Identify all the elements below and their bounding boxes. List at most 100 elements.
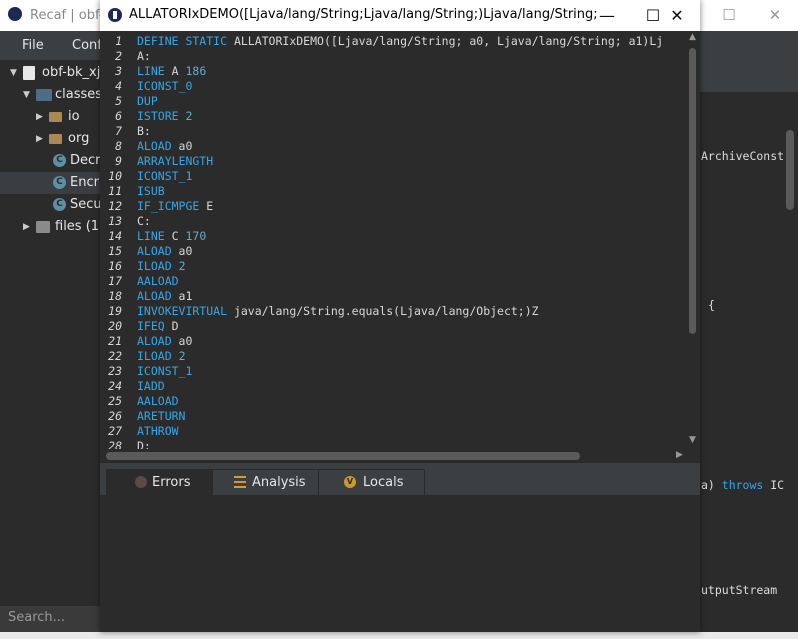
files-icon [36, 221, 50, 233]
code-line[interactable]: ALOAD a0 [137, 244, 192, 258]
line-number: 26 [108, 409, 122, 423]
class-icon: C [53, 198, 66, 211]
code-line[interactable]: ALOAD a0 [137, 334, 192, 348]
line-number: 19 [108, 304, 122, 318]
code-line[interactable]: IFEQ D [137, 319, 179, 333]
main-window-title: Recaf | obf- [30, 8, 104, 23]
code-line[interactable]: INVOKEVIRTUAL java/lang/String.equals(Lj… [137, 304, 539, 318]
chevron-right-icon[interactable]: ▶ [36, 128, 43, 150]
tab-errors[interactable]: Errors [106, 469, 213, 496]
line-number: 27 [108, 424, 122, 438]
tree-item-class[interactable]: C Encr [0, 172, 100, 194]
tree-item-class[interactable]: C Secu [0, 194, 100, 216]
tree-item-class[interactable]: C Decr [0, 150, 100, 172]
code-line[interactable]: ICONST_0 [137, 79, 192, 93]
line-number: 1 [115, 34, 122, 48]
code-line[interactable]: ATHROW [137, 424, 179, 438]
scroll-up-arrow-icon[interactable]: ▲ [689, 32, 696, 42]
tab-locals[interactable]: V Locals [318, 469, 425, 496]
code-line[interactable]: C: [137, 214, 151, 228]
code-line[interactable]: D: [137, 439, 151, 449]
dialog-titlebar: ALLATORIxDEMO([Ljava/lang/String;Ljava/l… [100, 0, 700, 31]
line-number: 22 [108, 349, 122, 363]
chevron-down-icon[interactable]: ▼ [23, 84, 30, 106]
main-close-button[interactable]: ✕ [752, 0, 798, 31]
package-icon [49, 134, 62, 144]
chevron-right-icon[interactable]: ▶ [23, 216, 30, 238]
line-number: 6 [115, 109, 122, 123]
search-input[interactable]: Search... [0, 606, 100, 632]
tree-item-folder[interactable]: ▼ classes [0, 84, 100, 106]
line-number: 20 [108, 319, 122, 333]
editor-tab-strip [700, 60, 798, 92]
code-line[interactable]: ILOAD 2 [137, 349, 186, 363]
code-line[interactable]: AALOAD [137, 394, 179, 408]
code-line[interactable]: ISUB [137, 184, 165, 198]
line-number: 28 [108, 439, 122, 449]
code-line[interactable]: ARRAYLENGTH [137, 154, 213, 168]
vertical-scroll-thumb[interactable] [689, 48, 696, 334]
code-line[interactable]: LINE A 186 [137, 64, 206, 78]
bytecode-editor[interactable]: 1 2 3 4 5 6 7 8 9 10 11 12 13 14 15 16 17 18 19 20 21 22 23 24 2… [100, 31, 700, 449]
line-number: 4 [115, 79, 122, 93]
line-number: 17 [108, 274, 122, 288]
recaf-logo-icon [108, 8, 122, 22]
menu-config[interactable]: Conf [72, 38, 102, 53]
chevron-right-icon[interactable]: ▶ [36, 106, 43, 128]
code-line[interactable]: B: [137, 124, 151, 138]
bg-code-line: a) throws IC [701, 478, 785, 492]
class-icon: C [53, 176, 66, 189]
code-line[interactable]: A: [137, 49, 151, 63]
line-number: 8 [115, 139, 122, 153]
line-number-gutter: 1 2 3 4 5 6 7 8 9 10 11 12 13 14 15 16 17 18 19 20 21 22 23 24 2… [100, 31, 134, 449]
bg-editor-scrollbar[interactable] [786, 130, 794, 210]
tree-item-label: Secu [70, 197, 100, 212]
line-number: 3 [115, 64, 122, 78]
chevron-down-icon[interactable]: ▼ [10, 62, 17, 84]
code-line[interactable]: IF_ICMPGE E [137, 199, 213, 213]
scroll-down-arrow-icon[interactable]: ▼ [689, 435, 696, 445]
analysis-icon [234, 476, 246, 488]
tree-item-jar[interactable]: ▼ obf-bk_xj [0, 62, 100, 84]
close-button[interactable]: ✕ [654, 0, 700, 31]
code-line[interactable]: AALOAD [137, 274, 179, 288]
scroll-right-arrow-icon[interactable]: ▶ [676, 450, 683, 460]
code-line[interactable]: LINE C 170 [137, 229, 206, 243]
code-line[interactable]: DUP [137, 94, 158, 108]
code-line[interactable]: ICONST_1 [137, 169, 192, 183]
tree-item-label: org [68, 131, 90, 146]
menu-file[interactable]: File [22, 38, 44, 53]
main-maximize-button[interactable]: ☐ [706, 0, 752, 31]
code-line[interactable]: ARETURN [137, 409, 185, 423]
recaf-logo-icon [8, 7, 22, 21]
horizontal-scrollbar[interactable]: ▶ [100, 449, 686, 463]
window-bottom-edge [0, 632, 798, 639]
tree-item-package[interactable]: ▶ io [0, 106, 100, 128]
tab-label: Errors [152, 475, 191, 490]
error-icon [135, 476, 147, 488]
code-line[interactable]: ISTORE 2 [137, 109, 192, 123]
vertical-scrollbar[interactable]: ▲ ▼ [686, 32, 700, 449]
code-line[interactable]: ICONST_1 [137, 364, 192, 378]
tree-item-files[interactable]: ▶ files (13 [0, 216, 100, 238]
folder-icon [36, 89, 52, 101]
code-line[interactable]: DEFINE STATIC ALLATORIxDEMO([Ljava/lang/… [137, 34, 663, 48]
bg-code-line: { [708, 298, 715, 312]
line-number: 5 [115, 94, 122, 108]
tree-item-label: Encr [70, 175, 99, 190]
errors-panel [100, 495, 700, 632]
code-line[interactable]: IADD [137, 379, 165, 393]
line-number: 7 [115, 124, 122, 138]
tab-analysis[interactable]: Analysis [212, 469, 319, 496]
code-line[interactable]: ILOAD 2 [137, 259, 186, 273]
locals-icon: V [344, 476, 356, 488]
line-number: 12 [108, 199, 122, 213]
code-line[interactable]: ALOAD a1 [137, 289, 192, 303]
horizontal-scroll-thumb[interactable] [106, 452, 580, 460]
search-placeholder: Search... [8, 610, 66, 625]
code-line[interactable]: ALOAD a0 [137, 139, 192, 153]
tree-item-package[interactable]: ▶ org [0, 128, 100, 150]
minimize-button[interactable]: — [584, 0, 630, 31]
bottom-tab-bar: Errors Analysis V Locals [100, 463, 700, 496]
tree-item-label: classes [55, 87, 100, 102]
